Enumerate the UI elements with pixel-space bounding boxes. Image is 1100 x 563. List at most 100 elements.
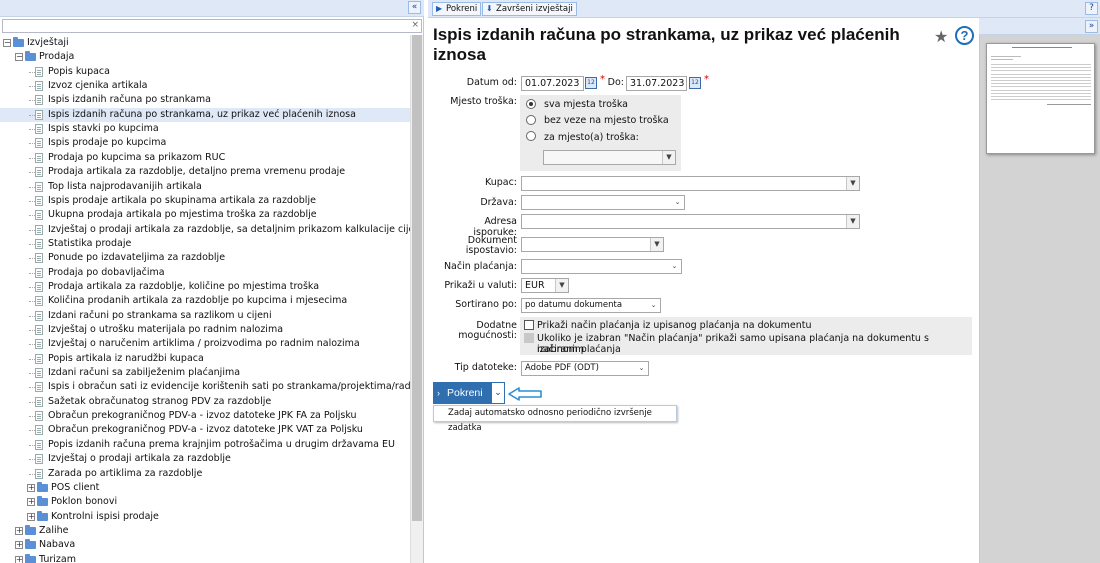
cost-radio-selected[interactable] (526, 131, 536, 141)
report-preview-thumbnail[interactable] (986, 43, 1095, 154)
tree-folder[interactable]: + Turizam (0, 553, 410, 563)
tree-item[interactable]: Ukupna prodaja artikala po mjestima troš… (0, 208, 410, 222)
calendar-icon[interactable]: 12 (585, 77, 597, 89)
tree-item[interactable]: Izvještaj o utrošku materijala po radnim… (0, 323, 410, 337)
expand-node-icon[interactable]: + (15, 555, 23, 563)
tree-item[interactable]: Ispis izdanih računa po strankama, uz pr… (0, 107, 410, 122)
schedule-task-menu-item[interactable]: Zadaj automatsko odnosno periodično izvr… (448, 408, 652, 433)
payment-method-label: Način plaćanja: (443, 261, 517, 272)
tree-scrollbar[interactable] (410, 35, 423, 563)
tree-search[interactable]: × (2, 19, 422, 33)
tree-item[interactable]: Top lista najprodavanijih artikala (0, 180, 410, 194)
payment-method-select[interactable]: ⌄ (521, 259, 682, 274)
tree-folder[interactable]: − Izvještaji (0, 36, 410, 50)
cost-center-label: Mjesto troška: (450, 96, 517, 107)
expand-node-icon[interactable]: + (27, 483, 35, 492)
cost-radio-none[interactable] (526, 115, 536, 125)
report-doc-icon (35, 152, 43, 163)
tree-item-label: Obračun prekograničnog PDV-a - izvoz dat… (48, 424, 363, 436)
cost-center-box: sva mjesta troška bez veze na mjesto tro… (520, 95, 681, 171)
toolbar-run-button[interactable]: ▶ Pokreni (432, 2, 482, 16)
tree-item[interactable]: Popis kupaca (0, 65, 410, 79)
finished-reports-button[interactable]: ⬇ Završeni izvještaji (482, 2, 577, 16)
tree-item[interactable]: Obračun prekograničnog PDV-a - izvoz dat… (0, 423, 410, 437)
collapse-node-icon[interactable]: − (15, 53, 23, 62)
file-type-select[interactable]: Adobe PDF (ODT) ⌄ (521, 361, 649, 376)
cost-radio-all[interactable] (526, 99, 536, 109)
tree-folder[interactable]: + Zalihe (0, 524, 410, 538)
delivery-address-select[interactable]: ▼ (521, 214, 860, 229)
tree-item[interactable]: Sažetak obračunatog stranog PDV za razdo… (0, 395, 410, 409)
date-from-input[interactable]: 01.07.2023 (521, 76, 584, 91)
country-select[interactable]: ⌄ (521, 195, 685, 210)
tree-item[interactable]: Izvještaj o prodaji artikala za razdoblj… (0, 452, 410, 466)
tree-item[interactable]: Izdani računi sa zabilježenim plaćanjima (0, 366, 410, 380)
tree-folder[interactable]: + Poklon bonovi (0, 495, 410, 509)
currency-select[interactable]: EUR ▼ (521, 278, 569, 293)
tree-item-label: Poklon bonovi (51, 496, 118, 508)
show-payment-method-checkbox[interactable] (524, 320, 534, 330)
tree-item[interactable]: Prodaja po dobavljačima (0, 266, 410, 280)
tree-item[interactable]: Izvoz cjenika artikala (0, 79, 410, 93)
tree-item[interactable]: Obračun prekograničnog PDV-a - izvoz dat… (0, 409, 410, 423)
tree-item[interactable]: Ponude po izdavateljima za razdoblje (0, 251, 410, 265)
folder-icon (37, 481, 48, 492)
scrollbar-thumb[interactable] (412, 35, 422, 521)
tree-item[interactable]: Prodaja po kupcima sa prikazom RUC (0, 151, 410, 165)
tree-item[interactable]: Statistika prodaje (0, 237, 410, 251)
tree-item[interactable]: Ispis prodaje artikala po skupinama arti… (0, 194, 410, 208)
tree-item[interactable]: Prodaja artikala za razdoblje, količine … (0, 280, 410, 294)
tree-item[interactable]: Izvještaj o naručenim artiklima / proizv… (0, 337, 410, 351)
collapse-node-icon[interactable]: − (3, 39, 11, 47)
run-report-button[interactable]: › Pokreni (433, 382, 491, 404)
tree-item-label: Top lista najprodavanijih artikala (48, 180, 202, 192)
report-doc-icon (35, 310, 43, 321)
preview-line (1012, 47, 1072, 48)
toolbar-help-button[interactable]: ? (1085, 2, 1098, 15)
clear-search-icon[interactable]: × (411, 20, 419, 30)
help-circle-icon[interactable]: ? (955, 26, 974, 45)
tree-item[interactable]: Prodaja artikala za razdoblje, detaljno … (0, 165, 410, 179)
tree-item[interactable]: Izvještaj o prodaji artikala za razdoblj… (0, 223, 410, 237)
report-doc-icon (35, 382, 43, 393)
collapse-left-button[interactable]: « (408, 1, 421, 14)
calendar-icon[interactable]: 12 (689, 77, 701, 89)
tree-item[interactable]: Popis izdanih računa prema krajnjim potr… (0, 438, 410, 452)
expand-node-icon[interactable]: + (15, 541, 23, 550)
sort-select[interactable]: po datumu dokumenta ⌄ (521, 298, 661, 313)
tree-folder[interactable]: − Prodaja (0, 50, 410, 64)
favorite-star-icon[interactable]: ★ (934, 27, 948, 46)
expand-node-icon[interactable]: + (27, 498, 35, 507)
customer-select[interactable]: ▼ (521, 176, 860, 191)
tree-folder[interactable]: + Nabava (0, 538, 410, 552)
chevron-down-icon: ⌄ (671, 196, 684, 209)
cost-center-select[interactable]: ▼ (543, 150, 676, 165)
tree-folder[interactable]: + Kontrolni ispisi prodaje (0, 510, 410, 524)
tree-item[interactable]: Ispis i obračun sati iz evidencije koriš… (0, 380, 410, 394)
tree-item[interactable]: Popis artikala iz narudžbi kupaca (0, 352, 410, 366)
tree-item[interactable]: Ispis izdanih računa po strankama (0, 93, 410, 107)
run-options-dropdown[interactable]: ⌄ (491, 382, 505, 404)
date-to-input[interactable]: 31.07.2023 (626, 76, 687, 91)
double-chevron-right-icon: » (1088, 21, 1095, 31)
tree-item-label: Ukupna prodaja artikala po mjestima troš… (48, 209, 317, 221)
tree-item[interactable]: Ispis prodaje po kupcima (0, 136, 410, 150)
tree-item-label: Nabava (39, 539, 76, 551)
tree-item[interactable]: Količina prodanih artikala za razdoblje … (0, 294, 410, 308)
report-doc-icon (35, 210, 43, 221)
preview-line (991, 80, 1091, 81)
preview-line (991, 89, 1091, 91)
folder-icon (25, 553, 36, 563)
tree-item[interactable]: Ispis stavki po kupcima (0, 122, 410, 136)
expand-node-icon[interactable]: + (27, 512, 35, 521)
tree-item[interactable]: Zarada po artiklima za razdoblje (0, 467, 410, 481)
tree-item[interactable]: Izdani računi po strankama sa razlikom u… (0, 309, 410, 323)
tree-folder[interactable]: + POS client (0, 481, 410, 495)
collapse-right-button[interactable]: » (1085, 20, 1098, 33)
tree-item-label: Izvještaji (27, 37, 69, 48)
tree-search-input[interactable] (3, 20, 421, 32)
doc-issuer-select[interactable]: ▼ (521, 237, 664, 252)
report-doc-icon (35, 181, 43, 192)
expand-node-icon[interactable]: + (15, 526, 23, 535)
tree-item-label: Ispis prodaje po kupcima (48, 137, 167, 149)
